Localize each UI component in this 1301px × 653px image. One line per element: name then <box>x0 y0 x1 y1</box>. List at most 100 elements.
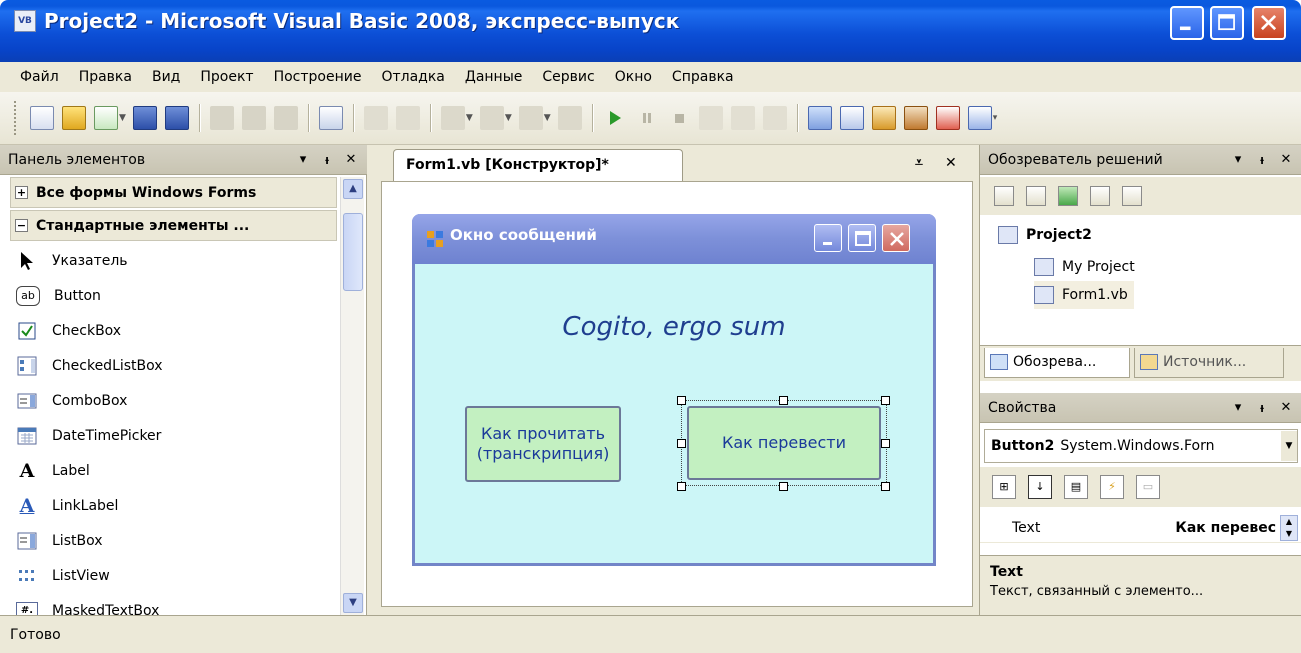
save-icon[interactable] <box>132 106 157 130</box>
add-item-icon[interactable] <box>94 106 118 130</box>
form-client-area[interactable]: Cogito, ergo sum Как прочитать (транскри… <box>415 264 933 563</box>
chevron-down-icon[interactable]: ▼ <box>1281 431 1297 461</box>
new-project-icon[interactable] <box>30 106 54 130</box>
comment-icon[interactable] <box>363 106 388 130</box>
paste-icon[interactable] <box>273 106 298 130</box>
auto-hide-pin-icon[interactable]: ᵼ <box>1254 400 1270 416</box>
close-button[interactable] <box>1252 6 1286 40</box>
toolbox-item-label[interactable]: A Label <box>10 453 337 488</box>
window-position-icon[interactable]: ▾ <box>1230 400 1246 416</box>
step-over-icon[interactable] <box>730 106 755 130</box>
expand-icon[interactable]: + <box>15 186 28 199</box>
toolbar-grip[interactable] <box>14 101 18 135</box>
redo-dropdown-icon[interactable]: ▼ <box>505 113 512 123</box>
view-designer-icon[interactable] <box>1122 186 1142 206</box>
undo-dropdown-icon[interactable]: ▼ <box>466 113 473 123</box>
object-selector[interactable]: Button2 System.Windows.Forn ▼ <box>984 429 1298 463</box>
menu-build[interactable]: Построение <box>264 69 372 85</box>
scroll-thumb[interactable] <box>343 213 363 291</box>
form-button-transcription[interactable]: Как прочитать (транскрипция) <box>465 406 621 482</box>
value-dropdown-icon[interactable]: ▲ ▼ <box>1280 514 1298 541</box>
window-position-icon[interactable]: ▾ <box>295 152 311 168</box>
menu-data[interactable]: Данные <box>455 69 533 85</box>
toolbox-item-linklabel[interactable]: A LinkLabel <box>10 488 337 523</box>
find-icon[interactable] <box>318 106 343 130</box>
tab-data-sources[interactable]: Источник... <box>1134 348 1284 378</box>
view-code-icon[interactable] <box>1090 186 1110 206</box>
form-caption-label[interactable]: Cogito, ergo sum <box>415 312 933 342</box>
uncomment-icon[interactable] <box>395 106 420 130</box>
error-list-icon[interactable] <box>935 106 960 130</box>
navigate-forward-icon[interactable] <box>557 106 582 130</box>
active-files-dropdown-icon[interactable]: ⩡ <box>915 155 923 171</box>
solution-explorer-icon[interactable] <box>807 106 832 130</box>
menu-window[interactable]: Окно <box>605 69 662 85</box>
collapse-icon[interactable]: − <box>15 219 28 232</box>
properties-window-icon[interactable] <box>839 106 864 130</box>
menu-file[interactable]: Файл <box>10 69 69 85</box>
toolbox-item-checkedlistbox[interactable]: CheckedListBox <box>10 348 337 383</box>
tree-item-project[interactable]: Project2 <box>998 221 1092 249</box>
panel-close-icon[interactable]: ✕ <box>343 152 359 168</box>
copy-icon[interactable] <box>241 106 266 130</box>
start-page-icon[interactable] <box>967 106 992 130</box>
toolbar-options-icon[interactable]: ▾ <box>993 113 998 123</box>
refresh-icon[interactable] <box>1058 186 1078 206</box>
add-item-dropdown-icon[interactable]: ▼ <box>119 113 126 123</box>
toolbox-item-checkbox[interactable]: CheckBox <box>10 313 337 348</box>
window-position-icon[interactable]: ▾ <box>1230 152 1246 168</box>
undo-icon[interactable] <box>440 106 465 130</box>
start-debugging-icon[interactable] <box>603 106 627 130</box>
toolbox-item-listbox[interactable]: ListBox <box>10 523 337 558</box>
designed-form[interactable]: Окно сообщений Cogito, ergo sum Как проч… <box>412 214 936 566</box>
toolbox-item-button[interactable]: ab Button <box>10 278 337 313</box>
menu-help[interactable]: Справка <box>662 69 744 85</box>
cut-icon[interactable] <box>209 106 234 130</box>
toolbox-item-maskedtextbox[interactable]: #. MaskedTextBox <box>10 593 337 615</box>
show-all-files-icon[interactable] <box>1026 186 1046 206</box>
stop-debugging-icon[interactable] <box>667 106 691 130</box>
save-all-icon[interactable] <box>164 106 189 130</box>
property-value[interactable]: Как перевес <box>1128 520 1280 536</box>
tab-solution-explorer[interactable]: Обозрева... <box>984 348 1130 378</box>
toolbox-item-datetimepicker[interactable]: DateTimePicker <box>10 418 337 453</box>
toolbox-group-common-controls[interactable]: − Стандартные элементы ... <box>10 210 337 241</box>
resize-handle[interactable] <box>881 396 890 405</box>
events-icon[interactable]: ⚡ <box>1100 475 1124 499</box>
navigate-back-dropdown-icon[interactable]: ▼ <box>544 113 551 123</box>
menu-project[interactable]: Проект <box>190 69 263 85</box>
scroll-down-icon[interactable]: ▼ <box>343 593 363 613</box>
property-pages-icon[interactable]: ▭ <box>1136 475 1160 499</box>
tree-item-my-project[interactable]: My Project <box>1034 253 1135 281</box>
scroll-up-icon[interactable]: ▲ <box>343 179 363 199</box>
tab-form1-designer[interactable]: Form1.vb [Конструктор]* <box>393 149 683 181</box>
toolbox-group-all-forms[interactable]: + Все формы Windows Forms <box>10 177 337 208</box>
toolbox-item-listview[interactable]: ListView <box>10 558 337 593</box>
tree-item-form1[interactable]: Form1.vb <box>1034 281 1134 309</box>
property-row-text[interactable]: Text Как перевес ▲ ▼ <box>980 513 1301 543</box>
toolbox-icon[interactable] <box>903 106 928 130</box>
object-browser-icon[interactable] <box>871 106 896 130</box>
close-document-icon[interactable]: ✕ <box>945 155 957 171</box>
auto-hide-pin-icon[interactable]: ᵼ <box>319 152 335 168</box>
redo-icon[interactable] <box>479 106 504 130</box>
properties-view-icon[interactable]: ▤ <box>1064 475 1088 499</box>
menu-edit[interactable]: Правка <box>69 69 142 85</box>
toolbox-item-pointer[interactable]: Указатель <box>10 243 337 278</box>
break-all-icon[interactable] <box>635 106 659 130</box>
resize-handle[interactable] <box>779 396 788 405</box>
alphabetical-icon[interactable]: ↓ <box>1028 475 1052 499</box>
panel-close-icon[interactable]: ✕ <box>1278 400 1294 416</box>
menu-debug[interactable]: Отладка <box>371 69 454 85</box>
resize-handle[interactable] <box>881 439 890 448</box>
menu-tools[interactable]: Сервис <box>532 69 604 85</box>
step-into-icon[interactable] <box>698 106 723 130</box>
resize-handle[interactable] <box>677 396 686 405</box>
toolbox-scrollbar[interactable]: ▲ ▼ <box>340 177 364 615</box>
auto-hide-pin-icon[interactable]: ᵼ <box>1254 152 1270 168</box>
resize-handle[interactable] <box>677 482 686 491</box>
menu-view[interactable]: Вид <box>142 69 190 85</box>
resize-handle[interactable] <box>677 439 686 448</box>
categorized-icon[interactable]: ⊞ <box>992 475 1016 499</box>
minimize-button[interactable] <box>1170 6 1204 40</box>
